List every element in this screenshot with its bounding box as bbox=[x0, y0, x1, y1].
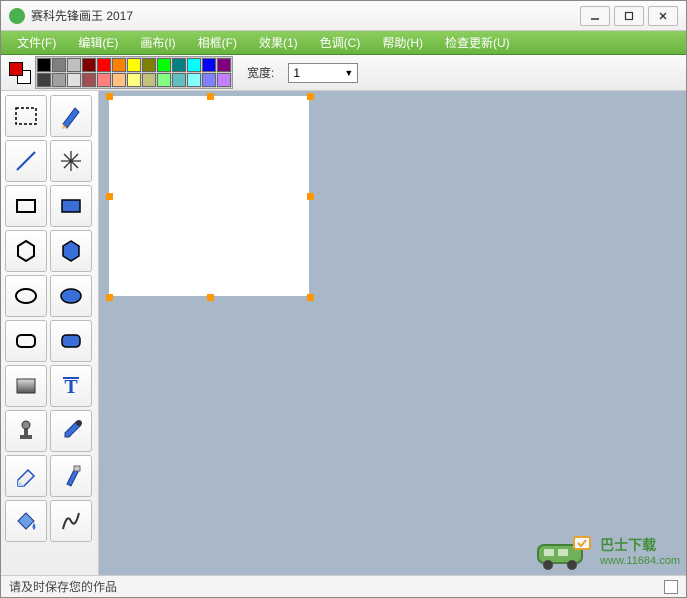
options-toolbar: 宽度: 1 ▼ bbox=[1, 55, 686, 91]
color-swatch-5[interactable] bbox=[112, 58, 126, 72]
color-swatch-23[interactable] bbox=[187, 73, 201, 87]
color-swatch-25[interactable] bbox=[217, 73, 231, 87]
color-swatch-3[interactable] bbox=[82, 58, 96, 72]
color-swatch-19[interactable] bbox=[127, 73, 141, 87]
color-swatch-12[interactable] bbox=[217, 58, 231, 72]
color-swatch-16[interactable] bbox=[82, 73, 96, 87]
tool-eraser[interactable] bbox=[5, 455, 47, 497]
foreground-color-swatch[interactable] bbox=[9, 62, 23, 76]
watermark-name: 巴士下载 bbox=[600, 537, 656, 553]
tool-roundrect-outline[interactable] bbox=[5, 320, 47, 362]
color-swatch-9[interactable] bbox=[172, 58, 186, 72]
color-swatch-6[interactable] bbox=[127, 58, 141, 72]
color-swatch-17[interactable] bbox=[97, 73, 111, 87]
watermark: 巴士下载 www.11684.com bbox=[534, 531, 680, 571]
color-swatch-4[interactable] bbox=[97, 58, 111, 72]
menu-canvas[interactable]: 画布(I) bbox=[130, 32, 185, 53]
canvas[interactable] bbox=[109, 96, 309, 296]
color-swatch-2[interactable] bbox=[67, 58, 81, 72]
color-swatch-7[interactable] bbox=[142, 58, 156, 72]
menu-file[interactable]: 文件(F) bbox=[7, 32, 66, 53]
resize-handle-nw[interactable] bbox=[106, 93, 113, 100]
watermark-logo-icon bbox=[534, 531, 594, 571]
menu-edit[interactable]: 编辑(E) bbox=[68, 32, 128, 53]
resize-handle-w[interactable] bbox=[106, 193, 113, 200]
close-button[interactable] bbox=[648, 6, 678, 26]
resize-handle-s[interactable] bbox=[207, 294, 214, 301]
app-window: 赛科先锋画王 2017 文件(F) 编辑(E) 画布(I) 相框(F) 效果(1… bbox=[0, 0, 687, 598]
tool-ellipse-outline[interactable] bbox=[5, 275, 47, 317]
tool-polygon-filled[interactable] bbox=[50, 230, 92, 272]
tool-line[interactable] bbox=[5, 140, 47, 182]
color-swatch-15[interactable] bbox=[67, 73, 81, 87]
color-swatch-22[interactable] bbox=[172, 73, 186, 87]
color-swatch-1[interactable] bbox=[52, 58, 66, 72]
color-swatch-8[interactable] bbox=[157, 58, 171, 72]
tool-curve[interactable] bbox=[50, 500, 92, 542]
dropdown-arrow-icon: ▼ bbox=[344, 68, 353, 78]
tool-eyedropper[interactable] bbox=[50, 410, 92, 452]
menu-tone[interactable]: 色调(C) bbox=[310, 32, 371, 53]
color-palette bbox=[35, 56, 233, 89]
titlebar: 赛科先锋画王 2017 bbox=[1, 1, 686, 31]
fg-bg-colors[interactable] bbox=[9, 62, 31, 84]
color-swatch-24[interactable] bbox=[202, 73, 216, 87]
watermark-url: www.11684.com bbox=[600, 555, 680, 567]
resize-handle-sw[interactable] bbox=[106, 294, 113, 301]
tool-text[interactable]: T bbox=[50, 365, 92, 407]
tool-polygon-outline[interactable] bbox=[5, 230, 47, 272]
menubar: 文件(F) 编辑(E) 画布(I) 相框(F) 效果(1) 色调(C) 帮助(H… bbox=[1, 31, 686, 55]
tool-rect-outline[interactable] bbox=[5, 185, 47, 227]
status-icon bbox=[664, 580, 678, 594]
width-label: 宽度: bbox=[247, 64, 274, 81]
main-area: T bbox=[1, 91, 686, 575]
minimize-button[interactable] bbox=[580, 6, 610, 26]
statusbar: 请及时保存您的作品 bbox=[1, 575, 686, 597]
color-swatch-10[interactable] bbox=[187, 58, 201, 72]
canvas-area[interactable] bbox=[99, 91, 686, 575]
color-swatch-14[interactable] bbox=[52, 73, 66, 87]
resize-handle-se[interactable] bbox=[307, 294, 314, 301]
menu-help[interactable]: 帮助(H) bbox=[372, 32, 433, 53]
color-block bbox=[9, 56, 233, 89]
tool-rect-filled[interactable] bbox=[50, 185, 92, 227]
resize-handle-ne[interactable] bbox=[307, 93, 314, 100]
svg-text:T: T bbox=[64, 376, 78, 398]
tool-fill[interactable] bbox=[5, 500, 47, 542]
status-message: 请及时保存您的作品 bbox=[9, 578, 117, 595]
color-swatch-20[interactable] bbox=[142, 73, 156, 87]
tool-roundrect-filled[interactable] bbox=[50, 320, 92, 362]
tool-panel: T bbox=[1, 91, 99, 575]
tool-select-rect[interactable] bbox=[5, 95, 47, 137]
tool-ellipse-filled[interactable] bbox=[50, 275, 92, 317]
tool-marker[interactable] bbox=[50, 455, 92, 497]
window-controls bbox=[580, 6, 678, 26]
width-select[interactable]: 1 ▼ bbox=[288, 63, 358, 83]
tool-pencil[interactable] bbox=[50, 95, 92, 137]
width-value: 1 bbox=[293, 66, 300, 80]
watermark-text: 巴士下载 www.11684.com bbox=[600, 535, 680, 567]
color-swatch-21[interactable] bbox=[157, 73, 171, 87]
color-swatch-11[interactable] bbox=[202, 58, 216, 72]
resize-handle-n[interactable] bbox=[207, 93, 214, 100]
menu-effect[interactable]: 效果(1) bbox=[249, 32, 308, 53]
menu-update[interactable]: 检查更新(U) bbox=[435, 32, 520, 53]
resize-handle-e[interactable] bbox=[307, 193, 314, 200]
color-swatch-18[interactable] bbox=[112, 73, 126, 87]
tool-burst[interactable] bbox=[50, 140, 92, 182]
color-swatch-13[interactable] bbox=[37, 73, 51, 87]
color-swatch-0[interactable] bbox=[37, 58, 51, 72]
menu-frame[interactable]: 相框(F) bbox=[188, 32, 247, 53]
app-icon bbox=[9, 8, 25, 24]
maximize-button[interactable] bbox=[614, 6, 644, 26]
tool-stamp[interactable] bbox=[5, 410, 47, 452]
window-title: 赛科先锋画王 2017 bbox=[31, 7, 580, 24]
tool-gradient[interactable] bbox=[5, 365, 47, 407]
